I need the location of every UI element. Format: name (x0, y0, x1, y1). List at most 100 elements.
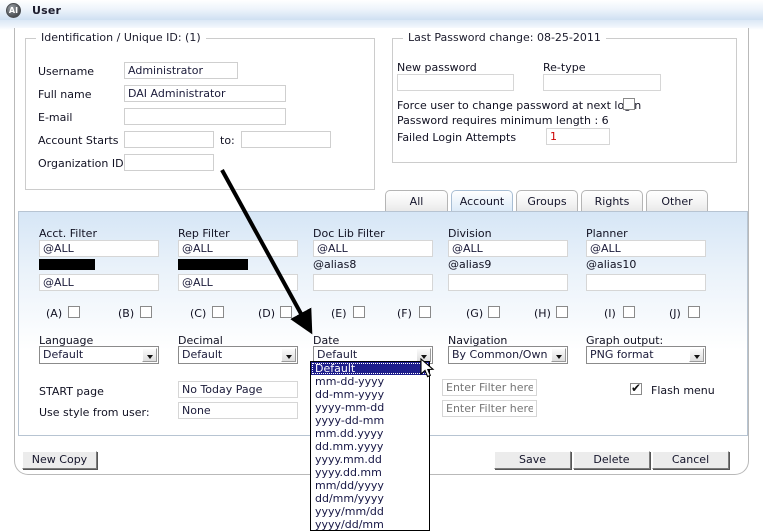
acct-filter-input-2[interactable] (39, 274, 159, 291)
force-password-change-checkbox[interactable] (623, 98, 635, 110)
acct-filter-input-1[interactable] (39, 240, 159, 257)
failed-login-attempts-input[interactable] (546, 128, 610, 145)
checkbox-j[interactable] (688, 306, 700, 318)
rep-filter-redacted-1 (178, 259, 248, 270)
division-input-2[interactable] (448, 274, 568, 291)
tab-rights[interactable]: Rights (581, 190, 643, 212)
new-copy-button[interactable]: New Copy (22, 451, 97, 469)
checkbox-f[interactable] (419, 306, 431, 318)
checkbox-label-e: (E) (331, 307, 347, 320)
doc-lib-filter-label: Doc Lib Filter (313, 227, 385, 240)
cancel-button[interactable]: Cancel (652, 451, 729, 469)
filter-input-1[interactable] (442, 379, 537, 396)
account-starts-input[interactable] (124, 131, 214, 148)
username-label: Username (38, 65, 94, 78)
division-alias-label: @alias9 (448, 258, 491, 271)
planner-label: Planner (586, 227, 628, 240)
app-window: AI User Identification / Unique ID: (1) … (0, 0, 763, 531)
date-value: Default (317, 348, 357, 361)
retype-password-label: Re-type (543, 61, 585, 74)
start-page-label: START page (39, 385, 104, 398)
use-style-label: Use style from user: (39, 406, 150, 419)
organization-id-label: Organization ID (38, 157, 124, 170)
date-option-yyyy-mm-dd[interactable]: yyyy-mm-dd (311, 401, 429, 414)
date-option-yyyy-dot-dd-mm[interactable]: yyyy.dd.mm (311, 466, 429, 479)
checkbox-label-b: (B) (118, 307, 134, 320)
checkbox-a[interactable] (68, 306, 80, 318)
date-option-dd-dot-mm-yyyy[interactable]: dd.mm.yyyy (311, 440, 429, 453)
chevron-down-icon[interactable] (551, 348, 566, 362)
language-value: Default (43, 348, 83, 361)
tab-groups[interactable]: Groups (516, 190, 578, 212)
checkbox-label-g: (G) (466, 307, 483, 320)
checkbox-d[interactable] (280, 306, 292, 318)
checkbox-g[interactable] (488, 306, 500, 318)
date-option-mm-slash-dd-yyyy[interactable]: mm/dd/yyyy (311, 479, 429, 492)
date-option-yyyy-dot-mm-dd[interactable]: yyyy.mm.dd (311, 453, 429, 466)
planner-input-2[interactable] (586, 274, 706, 291)
rep-filter-input-1[interactable] (178, 240, 298, 257)
date-dropdown-list[interactable]: Default mm-dd-yyyy dd-mm-yyyy yyyy-mm-dd… (310, 361, 430, 531)
delete-button[interactable]: Delete (573, 451, 650, 469)
doc-lib-filter-input-2[interactable] (313, 274, 433, 291)
account-starts-label: Account Starts (38, 134, 119, 147)
division-input-1[interactable] (448, 240, 568, 257)
language-select[interactable]: Default (39, 346, 159, 364)
date-option-dd-mm-yyyy[interactable]: dd-mm-yyyy (311, 388, 429, 401)
checkbox-i[interactable] (623, 306, 635, 318)
email-input[interactable] (124, 108, 286, 125)
checkbox-b[interactable] (140, 306, 152, 318)
new-password-label: New password (397, 61, 477, 74)
fullname-label: Full name (38, 88, 92, 101)
acct-filter-label: Acct. Filter (39, 227, 97, 240)
rep-filter-input-2[interactable] (178, 274, 298, 291)
date-option-yyyy-dd-mm[interactable]: yyyy-dd-mm (311, 414, 429, 427)
last-password-change-legend: Last Password change: 08-25-2011 (403, 31, 606, 44)
navigation-value: By Common/Own (452, 348, 547, 361)
doc-lib-filter-input-1[interactable] (313, 240, 433, 257)
date-option-yyyy-slash-mm-dd[interactable]: yyyy/mm/dd (311, 505, 429, 518)
date-option-dd-slash-mm-yyyy[interactable]: dd/mm/yyyy (311, 492, 429, 505)
checkbox-label-i: (I) (604, 307, 616, 320)
decimal-select[interactable]: Default (178, 346, 298, 364)
filter-input-2[interactable] (442, 400, 537, 417)
new-password-input[interactable] (397, 74, 514, 91)
mouse-cursor (420, 358, 436, 380)
acct-filter-redacted-1 (39, 259, 95, 270)
navigation-select[interactable]: By Common/Own (448, 346, 568, 364)
chevron-down-icon[interactable] (142, 348, 157, 362)
retype-password-input[interactable] (543, 74, 661, 91)
start-page-input[interactable] (178, 381, 298, 398)
username-input[interactable] (124, 62, 238, 79)
checkbox-e[interactable] (353, 306, 365, 318)
tab-other[interactable]: Other (646, 190, 708, 212)
date-option-mm-dd-yyyy[interactable]: mm-dd-yyyy (311, 375, 429, 388)
checkbox-c[interactable] (212, 306, 224, 318)
chevron-down-icon[interactable] (281, 348, 296, 362)
account-ends-input[interactable] (241, 131, 331, 148)
graph-output-select[interactable]: PNG format (586, 346, 706, 364)
planner-input-1[interactable] (586, 240, 706, 257)
date-option-yyyy-slash-dd-mm[interactable]: yyyy/dd/mm (311, 518, 429, 531)
date-option-mm-dot-dd-yyyy[interactable]: mm.dd.yyyy (311, 427, 429, 440)
chevron-down-icon[interactable] (689, 348, 704, 362)
date-option-default[interactable]: Default (311, 362, 429, 375)
flash-menu-checkbox[interactable] (630, 383, 642, 395)
app-circle-icon: AI (6, 3, 21, 18)
tab-account[interactable]: Account (451, 190, 513, 212)
graph-output-value: PNG format (590, 348, 654, 361)
organization-id-input[interactable] (124, 154, 214, 171)
use-style-input[interactable] (178, 402, 298, 419)
checkbox-label-h: (H) (534, 307, 551, 320)
failed-login-attempts-label: Failed Login Attempts (397, 131, 516, 144)
planner-alias-label: @alias10 (586, 258, 636, 271)
flash-menu-label: Flash menu (651, 384, 715, 397)
checkbox-label-j: (J) (669, 307, 681, 320)
account-to-label: to: (220, 134, 235, 147)
fullname-input[interactable] (124, 85, 286, 102)
tab-all[interactable]: All (385, 190, 448, 212)
checkbox-label-a: (A) (46, 307, 62, 320)
window-titlebar: AI User (0, 0, 763, 20)
checkbox-h[interactable] (556, 306, 568, 318)
save-button[interactable]: Save (494, 451, 571, 469)
